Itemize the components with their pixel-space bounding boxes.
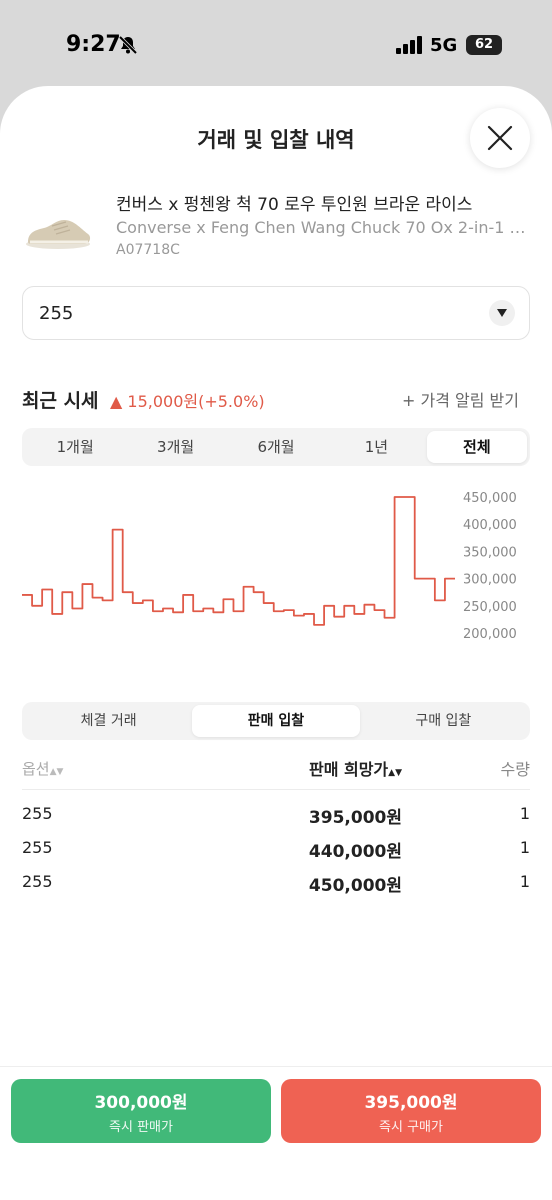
status-time: 9:27 — [66, 32, 121, 57]
trade-history-sheet: 거래 및 입찰 내역 컨버스 x 펑첸왕 척 70 로우 투인원 브라운 라이스… — [0, 86, 552, 1200]
row-price: 450,000원 — [308, 876, 402, 896]
table-row: 255 450,000원 1 — [22, 866, 530, 900]
y-tick-label: 450,000 — [463, 491, 517, 506]
recent-price-title: 최근 시세 — [22, 390, 99, 412]
close-button[interactable] — [470, 108, 530, 168]
signal-icon — [396, 36, 422, 54]
row-price: 395,000원 — [308, 808, 402, 828]
period-tabs: 1개월 3개월 6개월 1년 전체 — [22, 428, 530, 466]
triangle-down-icon — [497, 309, 507, 317]
y-tick-label: 250,000 — [463, 600, 517, 615]
instant-buy-label: 즉시 구매가 — [379, 1120, 443, 1135]
bell-muted-icon — [118, 35, 138, 55]
column-sell-price[interactable]: 판매 희망가▲▼ — [309, 756, 402, 780]
trade-tabs: 체결 거래 판매 입찰 구매 입찰 — [22, 702, 530, 740]
tab-all[interactable]: 전체 — [426, 431, 528, 463]
y-tick-label: 300,000 — [463, 573, 517, 588]
price-change: ▲ 15,000원(+5.0%) — [110, 392, 265, 411]
instant-buy-price: 395,000원 — [364, 1093, 458, 1113]
instant-sell-label: 즉시 판매가 — [109, 1120, 173, 1135]
y-tick-label: 400,000 — [463, 518, 517, 533]
tab-buy-bids[interactable]: 구매 입찰 — [360, 705, 527, 737]
column-sell-price-label: 판매 희망가 — [308, 760, 389, 779]
row-option: 255 — [22, 838, 53, 857]
y-tick-label: 200,000 — [463, 627, 517, 642]
price-series-line — [22, 496, 455, 626]
column-option-label: 옵션 — [22, 760, 50, 778]
column-option[interactable]: 옵션▲▼ — [22, 758, 63, 779]
battery-icon: 62 — [466, 35, 502, 55]
tab-1-month[interactable]: 1개월 — [25, 431, 125, 463]
row-option: 255 — [22, 804, 53, 823]
sort-icon: ▲▼ — [49, 767, 64, 777]
tab-sell-bids[interactable]: 판매 입찰 — [192, 705, 360, 737]
table-row: 255 395,000원 1 — [22, 798, 530, 832]
close-icon — [487, 125, 513, 151]
product-image — [26, 220, 91, 249]
row-quantity: 1 — [519, 804, 530, 823]
table-row: 255 440,000원 1 — [22, 832, 530, 866]
status-bar: 9:27 5G 62 — [0, 0, 552, 90]
bottom-action-bar: 300,000원 즉시 판매가 395,000원 즉시 구매가 — [0, 1066, 552, 1200]
price-chart: 450,000 400,000 350,000 300,000 250,000 200,0… — [22, 491, 517, 642]
product-name-korean: 컨버스 x 펑첸왕 척 70 로우 투인원 브라운 라이스 — [116, 195, 473, 215]
tab-6-months[interactable]: 6개월 — [226, 431, 326, 463]
instant-sell-button[interactable]: 300,000원 즉시 판매가 — [11, 1079, 271, 1143]
size-value: 255 — [39, 303, 74, 324]
table-header: 옵션▲▼ 판매 희망가▲▼ 수량 — [22, 756, 530, 790]
row-option: 255 — [22, 872, 53, 891]
price-alert-link[interactable]: + 가격 알림 받기 — [402, 387, 519, 411]
y-tick-label: 350,000 — [463, 545, 517, 560]
tab-1-year[interactable]: 1년 — [326, 431, 426, 463]
dropdown-button[interactable] — [489, 300, 515, 326]
row-quantity: 1 — [519, 872, 530, 891]
row-quantity: 1 — [519, 838, 530, 857]
instant-sell-price: 300,000원 — [94, 1093, 188, 1113]
column-quantity: 수량 — [500, 760, 530, 779]
sort-icon: ▲▼ — [388, 768, 402, 778]
product-code: A07718C — [116, 242, 180, 258]
instant-buy-button[interactable]: 395,000원 즉시 구매가 — [281, 1079, 541, 1143]
tab-completed-trades[interactable]: 체결 거래 — [25, 705, 192, 737]
row-price: 440,000원 — [308, 842, 402, 862]
size-select[interactable]: 255 — [22, 286, 530, 340]
product-name-english: Converse x Feng Chen Wang Chuck 70 Ox 2-… — [116, 218, 530, 237]
tab-3-months[interactable]: 3개월 — [125, 431, 225, 463]
network-type: 5G — [430, 35, 458, 56]
